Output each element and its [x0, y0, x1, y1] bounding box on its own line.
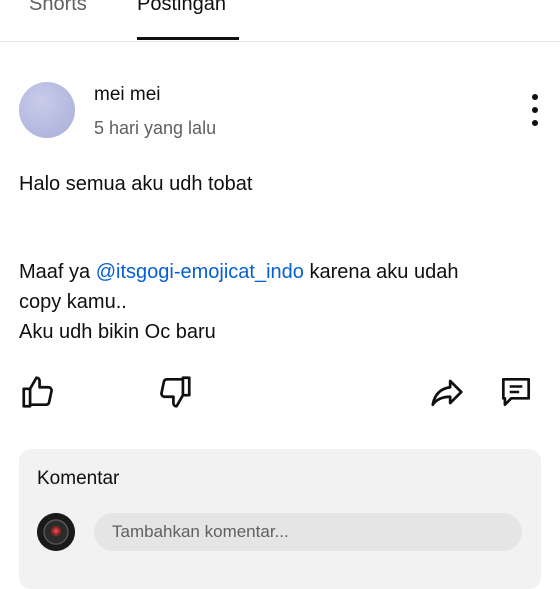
tab-bar: Shorts Postingan — [0, 0, 560, 42]
comments-panel[interactable]: Komentar — [19, 449, 541, 589]
share-button[interactable] — [428, 373, 466, 411]
like-button[interactable] — [19, 373, 57, 411]
more-options-icon[interactable] — [524, 94, 546, 126]
mention-link[interactable]: @itsgogi-emojicat_indo — [96, 261, 304, 283]
post-text-line: Halo semua aku udh tobat — [19, 173, 253, 195]
comment-button[interactable] — [497, 373, 535, 411]
post-timestamp: 5 hari yang lalu — [94, 118, 217, 138]
comment-icon — [501, 377, 531, 407]
add-comment-input[interactable] — [94, 513, 522, 551]
post-text-line: Aku udh bikin Oc baru — [19, 321, 216, 343]
tab-shorts[interactable]: Shorts — [29, 0, 87, 16]
author-avatar[interactable] — [19, 82, 75, 138]
like-icon — [22, 376, 53, 408]
post-text-line: copy kamu.. — [19, 291, 127, 313]
post-text-fragment: karena aku udah — [303, 261, 459, 283]
active-tab-indicator — [137, 37, 239, 40]
post-text-line: Maaf ya @itsgogi-emojicat_indo karena ak… — [19, 257, 458, 287]
dislike-icon — [160, 376, 191, 408]
share-icon — [431, 379, 463, 407]
post-text-fragment: Maaf ya — [19, 261, 96, 283]
dislike-button[interactable] — [156, 373, 194, 411]
tab-postingan[interactable]: Postingan — [137, 0, 226, 16]
post-author-name[interactable]: mei mei — [94, 84, 161, 106]
current-user-avatar — [37, 513, 75, 551]
comments-title: Komentar — [37, 468, 120, 489]
